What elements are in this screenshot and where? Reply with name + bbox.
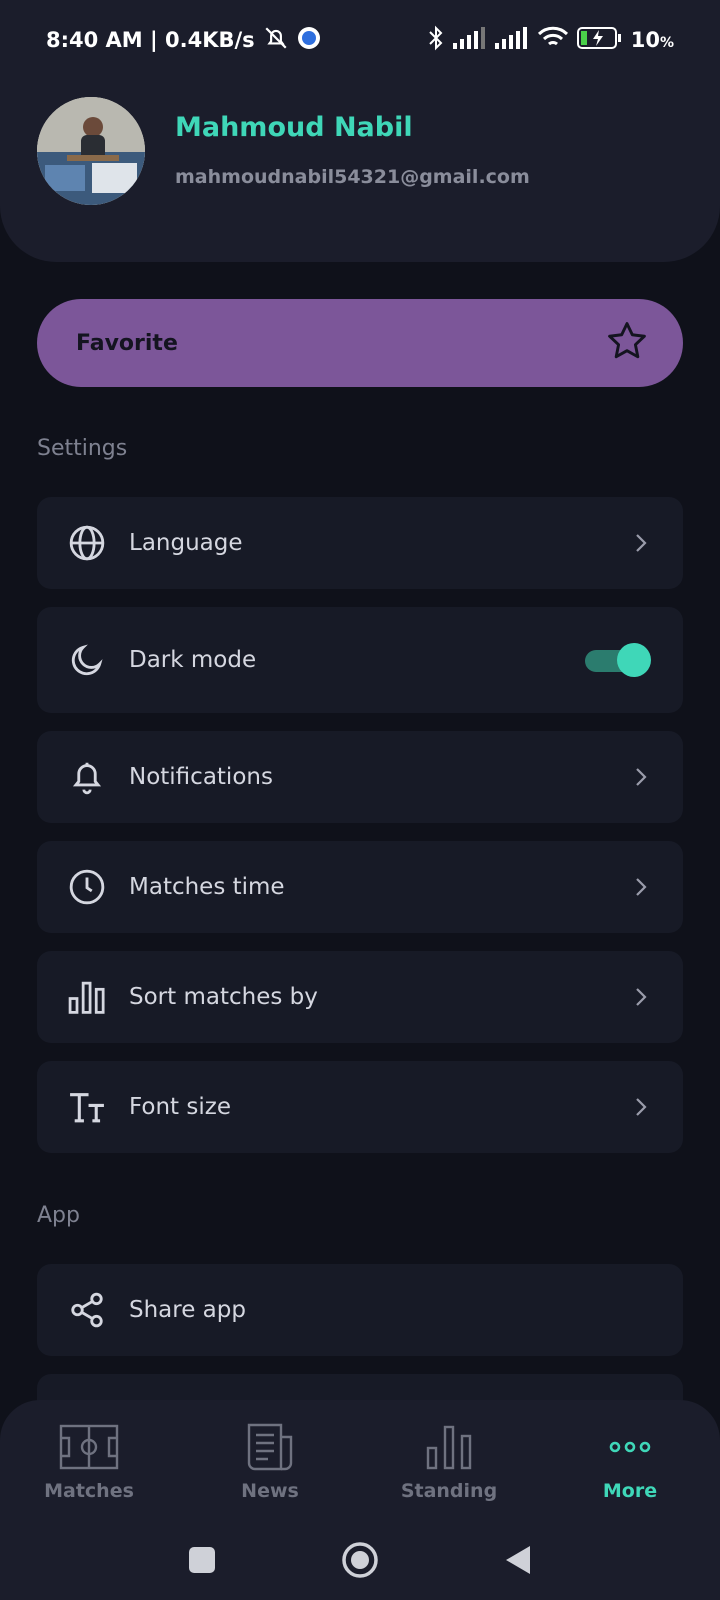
nav-item-matches[interactable]: Matches [24, 1420, 154, 1502]
battery-unit: % [659, 35, 674, 51]
settings-item-language[interactable]: Language [37, 497, 683, 589]
settings-item-label: Dark mode [129, 647, 257, 673]
status-time-speed: 8:40 AM | 0.4KB/s [46, 28, 255, 52]
status-bar: 8:40 AM | 0.4KB/s 10% [0, 0, 720, 80]
battery-icon [576, 26, 623, 55]
more-dots-icon [608, 1420, 652, 1474]
profile-name: Mahmoud Nabil [175, 112, 413, 143]
app-section-title: App [37, 1203, 80, 1228]
settings-item-font-size[interactable]: Font size [37, 1061, 683, 1153]
nav-item-more[interactable]: More [565, 1420, 695, 1502]
star-icon [605, 319, 649, 367]
clock-icon [67, 867, 107, 907]
battery-value: 10 [630, 28, 660, 52]
settings-item-label: Font size [129, 1094, 231, 1120]
nav-label: Standing [400, 1480, 498, 1502]
moon-icon [67, 640, 107, 680]
dark-mode-toggle[interactable] [585, 643, 651, 677]
app-item-label: Share app [129, 1297, 246, 1323]
favorite-button[interactable]: Favorite [37, 299, 683, 387]
status-right: 10% [427, 25, 674, 56]
pitch-icon [59, 1420, 119, 1474]
nav-item-news[interactable]: News [205, 1420, 335, 1502]
globe-icon [67, 523, 107, 563]
app-item-share[interactable]: Share app [37, 1264, 683, 1356]
back-button[interactable] [493, 1535, 543, 1585]
wifi-icon [537, 26, 569, 55]
home-button[interactable] [335, 1535, 385, 1585]
settings-section-title: Settings [37, 436, 128, 461]
nav-item-standing[interactable]: Standing [384, 1420, 514, 1502]
bluetooth-icon [427, 25, 445, 56]
recent-apps-button[interactable] [177, 1535, 227, 1585]
bell-icon [67, 757, 107, 797]
share-icon [67, 1290, 107, 1330]
nav-label: More [602, 1480, 658, 1502]
bar-chart-icon [67, 977, 107, 1017]
chevron-right-icon [631, 767, 651, 787]
settings-item-label: Matches time [129, 874, 285, 900]
avatar[interactable] [37, 97, 145, 205]
nav-label: Matches [44, 1480, 134, 1502]
signal-icon-2 [494, 26, 529, 54]
newspaper-icon [247, 1420, 293, 1474]
status-left: 8:40 AM | 0.4KB/s [46, 25, 321, 56]
chevron-right-icon [631, 877, 651, 897]
battery-percent: 10% [631, 28, 674, 52]
settings-item-dark-mode: Dark mode [37, 607, 683, 713]
chevron-right-icon [631, 533, 651, 553]
nav-label: News [241, 1480, 299, 1502]
settings-item-notifications[interactable]: Notifications [37, 731, 683, 823]
favorite-label: Favorite [76, 330, 178, 356]
text-size-icon [67, 1087, 107, 1127]
profile-email: mahmoudnabil54321@gmail.com [175, 166, 530, 188]
settings-item-matches-time[interactable]: Matches time [37, 841, 683, 933]
chevron-right-icon [631, 1097, 651, 1117]
settings-item-sort-matches[interactable]: Sort matches by [37, 951, 683, 1043]
signal-icon [452, 26, 487, 54]
settings-item-label: Language [129, 530, 243, 556]
bar-chart-icon [425, 1420, 473, 1474]
settings-item-label: Sort matches by [129, 984, 318, 1010]
messenger-icon [297, 26, 321, 55]
chevron-right-icon [631, 987, 651, 1007]
settings-item-label: Notifications [129, 764, 273, 790]
bell-off-icon [263, 25, 289, 56]
toggle-knob [617, 643, 651, 677]
